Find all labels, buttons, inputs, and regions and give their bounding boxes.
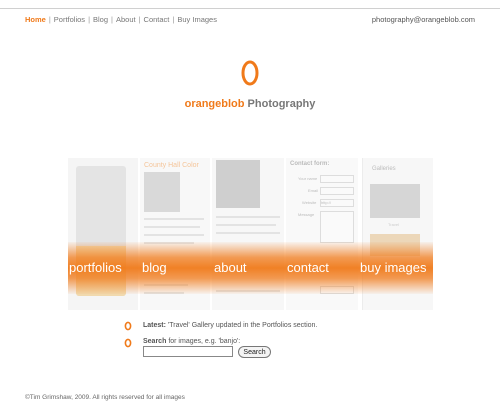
banner-blog-link[interactable]: blog bbox=[142, 260, 167, 275]
latest-text: 'Travel' Gallery updated in the Portfoli… bbox=[167, 322, 318, 329]
form-label: Your name bbox=[298, 176, 318, 181]
top-divider bbox=[0, 8, 500, 9]
form-label: Email bbox=[308, 188, 319, 193]
form-label: Message bbox=[298, 212, 315, 217]
latest-label: Latest: bbox=[143, 322, 166, 329]
nav-separator: | bbox=[48, 15, 51, 24]
nav-buy-images-link[interactable]: Buy Images bbox=[177, 15, 217, 24]
latest-update: Latest: 'Travel' Gallery updated in the … bbox=[143, 322, 317, 329]
text-line bbox=[216, 232, 280, 234]
text-line bbox=[144, 218, 204, 220]
banner-buy-images-link[interactable]: buy images bbox=[360, 260, 426, 275]
nav-separator: | bbox=[88, 15, 91, 24]
search-button[interactable]: Search bbox=[238, 346, 271, 358]
collage-gallery-caption: Travel bbox=[388, 222, 399, 227]
orange-bullet-icon bbox=[124, 338, 132, 348]
nav-home-link[interactable]: Home bbox=[25, 15, 46, 24]
form-field bbox=[320, 175, 354, 183]
nav-separator: | bbox=[111, 15, 113, 24]
form-field bbox=[320, 211, 354, 243]
copyright-footer: ©Tim Grimshaw, 2009. All rights reserved… bbox=[25, 394, 185, 401]
form-field: http:// bbox=[320, 199, 354, 207]
text-line bbox=[144, 226, 200, 228]
nav-separator: | bbox=[138, 15, 141, 24]
collage-thumbnail bbox=[144, 172, 180, 212]
search-input[interactable] bbox=[143, 346, 233, 357]
text-line bbox=[216, 216, 280, 218]
collage-gallery-thumbnail bbox=[370, 184, 420, 218]
banner-about-link[interactable]: about bbox=[214, 260, 247, 275]
brand-subtitle: Photography bbox=[247, 98, 316, 110]
banner-portfolios-link[interactable]: portfolios bbox=[69, 260, 122, 275]
collage-blog-title: County Hall Color bbox=[144, 162, 199, 169]
collage-gallery-title: Galleries bbox=[372, 166, 396, 172]
nav-about-link[interactable]: About bbox=[116, 15, 136, 24]
orange-bullet-icon bbox=[124, 321, 132, 331]
search-label-bold: Search bbox=[143, 338, 167, 345]
brand-name: orangeblob bbox=[184, 98, 245, 110]
text-line bbox=[216, 224, 276, 226]
collage-form-title: Contact form: bbox=[290, 161, 330, 167]
form-field bbox=[320, 187, 354, 195]
orangeblob-logo-icon[interactable] bbox=[240, 58, 260, 88]
site-title: orangeblob Photography bbox=[0, 98, 500, 110]
banner-contact-link[interactable]: contact bbox=[287, 260, 329, 275]
text-line bbox=[144, 234, 204, 236]
nav-blog-link[interactable]: Blog bbox=[93, 15, 108, 24]
nav-portfolios-link[interactable]: Portfolios bbox=[54, 15, 85, 24]
form-label: Website bbox=[302, 200, 317, 205]
email-link[interactable]: photography@orangeblob.com bbox=[372, 15, 475, 24]
search-hint: for images, e.g. 'banjo': bbox=[168, 338, 241, 345]
nav-contact-link[interactable]: Contact bbox=[144, 15, 170, 24]
collage-camera-photo bbox=[216, 160, 260, 208]
search-label: Search for images, e.g. 'banjo': bbox=[143, 338, 240, 345]
top-nav: Home | Portfolios | Blog | About | Contact | Buy I… bbox=[25, 15, 217, 24]
